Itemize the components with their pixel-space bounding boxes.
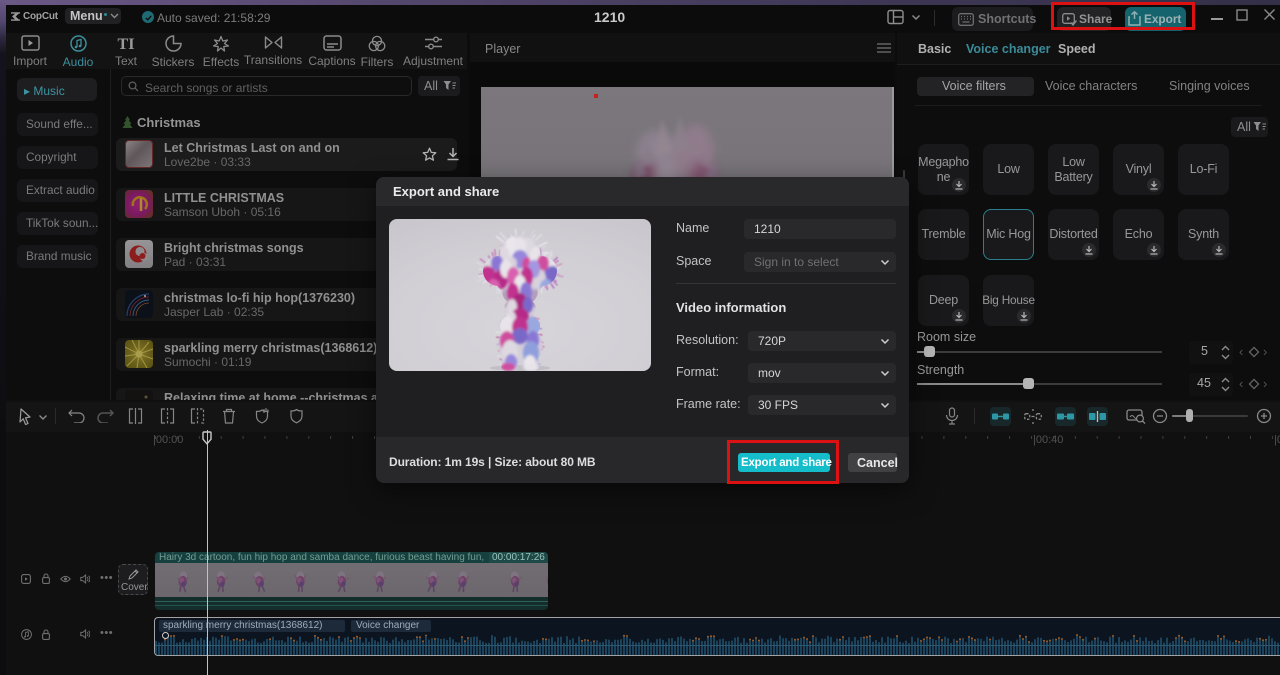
svg-text:TI: TI xyxy=(118,36,135,51)
